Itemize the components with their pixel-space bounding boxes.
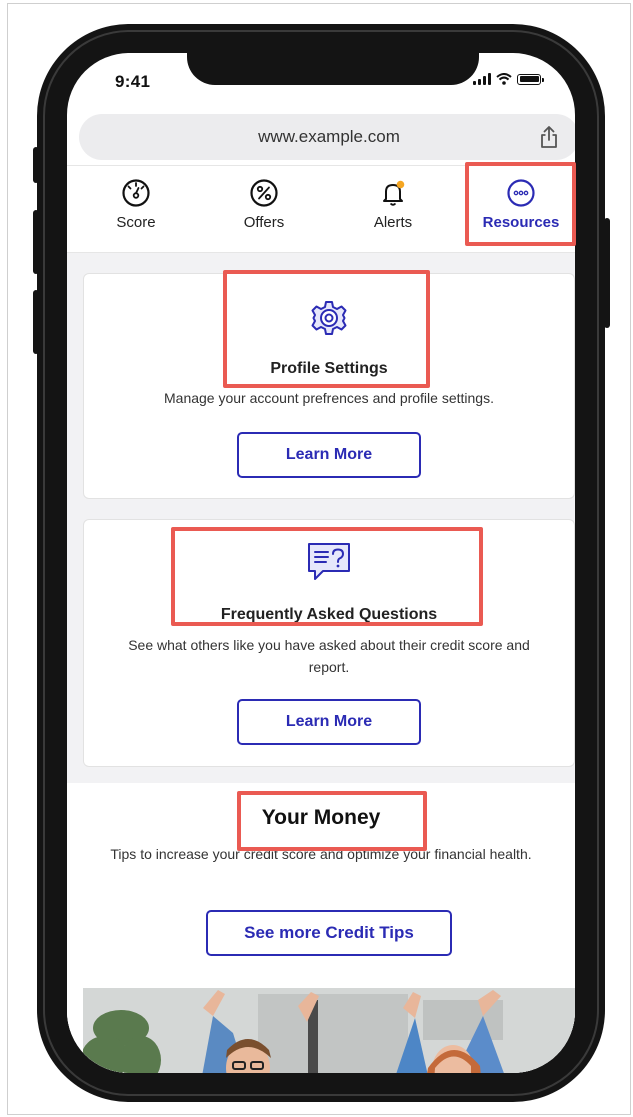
percent-icon	[250, 179, 278, 207]
celebration-photo	[83, 988, 575, 1073]
notch	[187, 53, 479, 85]
browser-address-bar[interactable]: www.example.com	[79, 114, 575, 160]
learn-more-button[interactable]: Learn More	[237, 432, 421, 478]
bell-icon	[383, 180, 405, 206]
highlight-resources-tab	[465, 162, 576, 246]
see-more-credit-tips-button[interactable]: See more Credit Tips	[206, 910, 452, 956]
highlight-profile-settings	[223, 270, 430, 388]
people-illustration	[83, 988, 575, 1073]
battery-icon	[517, 73, 544, 85]
nav-label-alerts: Alerts	[373, 214, 413, 231]
nav-item-alerts[interactable]: Alerts	[343, 166, 443, 254]
share-icon[interactable]	[539, 125, 559, 149]
url-text: www.example.com	[258, 127, 400, 146]
highlight-faq	[171, 527, 483, 626]
nav-item-score[interactable]: Score	[86, 166, 186, 254]
status-time: 9:41	[115, 72, 151, 91]
signal-icon	[473, 73, 491, 85]
nav-label-offers: Offers	[243, 214, 285, 231]
highlight-your-money	[237, 791, 427, 851]
wifi-icon	[496, 73, 512, 85]
nav-label-score: Score	[116, 214, 156, 231]
gauge-icon	[122, 179, 150, 207]
card-description: See what others like you have asked abou…	[128, 637, 530, 675]
card-description: Manage your account prefrences and profi…	[164, 390, 494, 406]
status-icons	[473, 73, 544, 85]
learn-more-button[interactable]: Learn More	[237, 699, 421, 745]
nav-item-offers[interactable]: Offers	[214, 166, 314, 254]
